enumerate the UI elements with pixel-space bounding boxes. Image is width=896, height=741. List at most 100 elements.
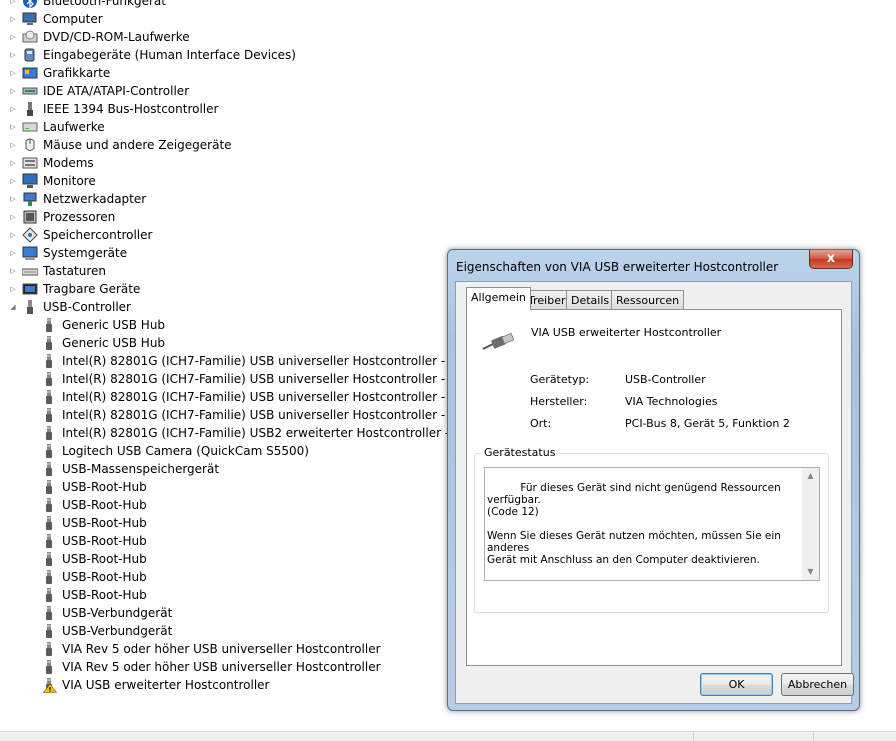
monitor-icon — [22, 173, 38, 189]
usb-plug-icon — [481, 331, 515, 356]
tree-category-label: IDE ATA/ATAPI-Controller — [43, 84, 190, 98]
usb-device-icon — [41, 623, 57, 639]
dvd-drive-icon — [22, 29, 38, 45]
network-adapter-icon — [22, 191, 38, 207]
location-value: PCI-Bus 8, Gerät 5, Funktion 2 — [625, 417, 790, 430]
usb-warning-icon — [41, 677, 57, 693]
usb-device-icon — [41, 605, 57, 621]
usb-device-label: Intel(R) 82801G (ICH7-Familie) USB unive… — [62, 354, 481, 368]
device-status-text: Für dieses Gerät sind nicht genügend Res… — [487, 482, 781, 566]
collapse-arrow-icon[interactable]: ◢ — [9, 298, 17, 316]
close-button[interactable]: x — [809, 250, 853, 269]
expand-arrow-icon[interactable]: ▷ — [9, 280, 17, 298]
expand-arrow-icon[interactable]: ▷ — [9, 46, 17, 64]
tree-category-label: Prozessoren — [43, 210, 116, 224]
system-devices-icon — [22, 245, 38, 261]
device-status-legend: Gerätestatus — [481, 446, 559, 459]
usb-device-icon — [41, 587, 57, 603]
dialog-titlebar[interactable]: Eigenschaften von VIA USB erweiterter Ho… — [456, 258, 799, 276]
dialog-client-area: Allgemein Treiber Details Ressourcen VIA… — [455, 281, 854, 704]
expand-arrow-icon[interactable]: ▷ — [9, 136, 17, 154]
usb-device-label: USB-Verbundgerät — [62, 606, 173, 620]
tree-category-label: Monitore — [43, 174, 96, 188]
expand-arrow-icon[interactable]: ▷ — [9, 100, 17, 118]
tab-allgemein[interactable]: Allgemein — [466, 287, 531, 310]
usb-device-icon — [41, 353, 57, 369]
expand-arrow-icon[interactable]: ▷ — [9, 172, 17, 190]
usb-device-label: USB-Root-Hub — [62, 480, 147, 494]
expand-arrow-icon[interactable]: ▷ — [9, 118, 17, 136]
tree-category-label: Bluetooth-Funkgerät — [43, 0, 166, 8]
keyboard-icon — [22, 263, 38, 279]
usb-device-label: USB-Root-Hub — [62, 570, 147, 584]
expand-arrow-icon[interactable]: ▷ — [9, 262, 17, 280]
tree-category-label: Eingabegeräte (Human Interface Devices) — [43, 48, 296, 62]
usb-device-icon — [41, 479, 57, 495]
usb-device-label: Intel(R) 82801G (ICH7-Familie) USB unive… — [62, 372, 481, 386]
usb-device-label: Logitech USB Camera (QuickCam S5500) — [62, 444, 309, 458]
ok-button[interactable]: OK — [700, 673, 773, 696]
portable-device-icon — [22, 281, 38, 297]
manufacturer-value: VIA Technologies — [625, 395, 718, 408]
expand-arrow-icon[interactable]: ▷ — [9, 226, 17, 244]
usb-device-label: Intel(R) 82801G (ICH7-Familie) USB unive… — [62, 390, 481, 404]
usb-device-icon — [41, 533, 57, 549]
device-status-textbox[interactable]: Für dieses Gerät sind nicht genügend Res… — [484, 467, 820, 581]
expand-arrow-icon[interactable]: ▷ — [9, 154, 17, 172]
usb-device-icon — [41, 371, 57, 387]
expand-arrow-icon[interactable]: ▷ — [9, 10, 17, 28]
display-adapter-icon — [22, 65, 38, 81]
tree-category-label: Grafikkarte — [43, 66, 111, 80]
expand-arrow-icon[interactable]: ▷ — [9, 190, 17, 208]
tree-category-label: USB-Controller — [43, 300, 131, 314]
tree-category-label: IEEE 1394 Bus-Hostcontroller — [43, 102, 219, 116]
usb-device-label: USB-Root-Hub — [62, 588, 147, 602]
tree-category-label: Netzwerkadapter — [43, 192, 147, 206]
usb-device-icon — [41, 515, 57, 531]
scroll-up-icon[interactable]: ▲ — [802, 470, 819, 482]
usb-device-icon — [41, 317, 57, 333]
usb-device-label: VIA USB erweiterter Hostcontroller — [62, 678, 270, 692]
properties-dialog: Eigenschaften von VIA USB erweiterter Ho… — [447, 249, 860, 711]
device-type-label: Gerätetyp: — [530, 373, 590, 386]
usb-device-label: Intel(R) 82801G (ICH7-Familie) USB2 erwe… — [62, 426, 486, 440]
device-type-value: USB-Controller — [625, 373, 706, 386]
cancel-button[interactable]: Abbrechen — [781, 673, 854, 696]
usb-device-label: USB-Root-Hub — [62, 516, 147, 530]
status-scrollbar[interactable]: ▲ ▼ — [802, 468, 819, 580]
scroll-down-icon[interactable]: ▼ — [802, 566, 819, 578]
usb-device-label: USB-Root-Hub — [62, 552, 147, 566]
usb-device-icon — [41, 551, 57, 567]
usb-controller-icon — [22, 299, 38, 315]
tree-category-label: Laufwerke — [43, 120, 105, 134]
device-name: VIA USB erweiterter Hostcontroller — [531, 326, 722, 339]
bluetooth-icon — [22, 0, 38, 9]
usb-device-label: USB-Root-Hub — [62, 534, 147, 548]
expand-arrow-icon[interactable]: ▷ — [9, 28, 17, 46]
expand-arrow-icon[interactable]: ▷ — [9, 82, 17, 100]
usb-device-icon — [41, 389, 57, 405]
expand-arrow-icon[interactable]: ▷ — [9, 64, 17, 82]
usb-device-icon — [41, 461, 57, 477]
disk-drive-icon — [22, 119, 38, 135]
tab-details[interactable]: Details — [566, 290, 615, 309]
storage-controller-icon — [22, 227, 38, 243]
computer-icon — [22, 11, 38, 27]
expand-arrow-icon[interactable]: ▷ — [9, 244, 17, 262]
usb-device-label: VIA Rev 5 oder höher USB universeller Ho… — [62, 642, 381, 656]
modem-icon — [22, 155, 38, 171]
tab-panel-allgemein: VIA USB erweiterter Hostcontroller Gerät… — [466, 309, 842, 666]
usb-device-icon — [41, 407, 57, 423]
usb-device-icon — [41, 335, 57, 351]
usb-device-icon — [41, 659, 57, 675]
tree-category-label: Speichercontroller — [43, 228, 153, 242]
tab-ressourcen[interactable]: Ressourcen — [611, 290, 685, 309]
expand-arrow-icon[interactable]: ▷ — [9, 0, 17, 10]
tree-category-label: Modems — [43, 156, 94, 170]
expand-arrow-icon[interactable]: ▷ — [9, 208, 17, 226]
tree-category-label: Mäuse und andere Zeigegeräte — [43, 138, 232, 152]
usb-device-icon — [41, 425, 57, 441]
tree-category-label: Systemgeräte — [43, 246, 128, 260]
usb-device-icon — [41, 569, 57, 585]
device-status-group: Gerätestatus Für dieses Gerät sind nicht… — [474, 446, 829, 613]
